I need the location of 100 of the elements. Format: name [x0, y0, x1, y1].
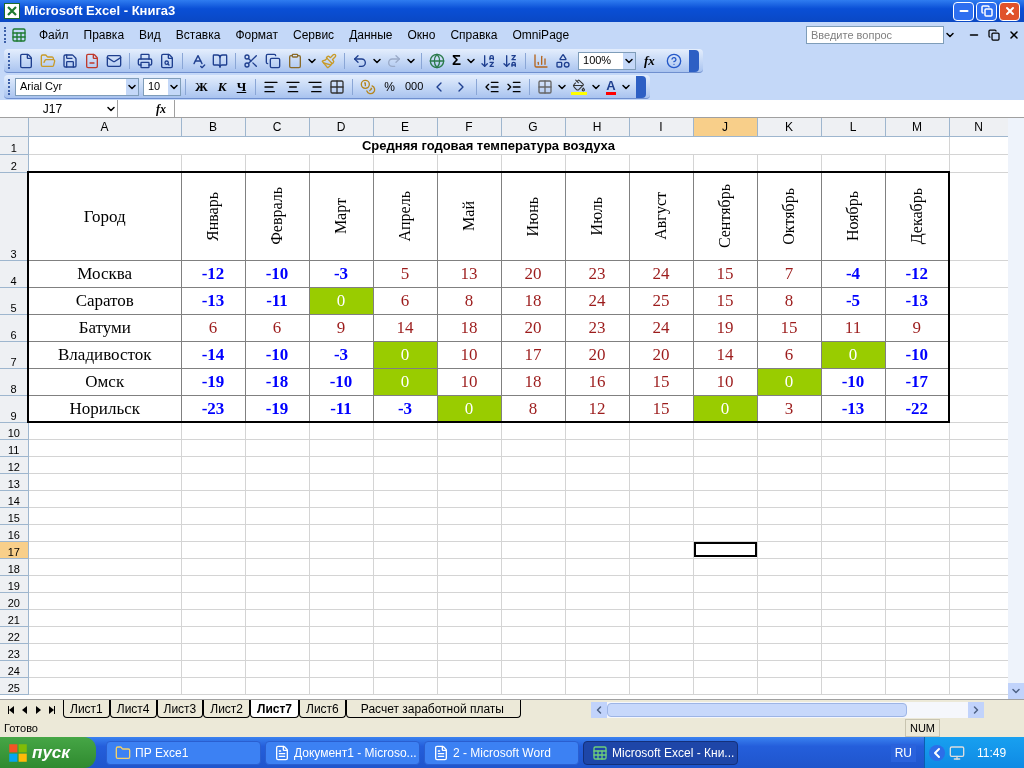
toolbar-options[interactable] — [635, 75, 646, 98]
column-header[interactable]: I — [629, 118, 693, 136]
city-cell: Омск — [85, 372, 125, 391]
coins-icon[interactable] — [360, 78, 377, 95]
sheet-tab[interactable]: Лист1 — [63, 700, 110, 718]
toolbar-options[interactable] — [688, 49, 699, 72]
column-header[interactable]: A — [28, 118, 181, 136]
shapes-icon[interactable] — [555, 52, 571, 69]
month-header: Июнь — [525, 196, 541, 236]
column-header[interactable]: F — [437, 118, 501, 136]
merge-cells-icon[interactable] — [329, 78, 346, 95]
help-search-field[interactable]: Введите вопрос — [806, 26, 944, 44]
month-header: Июль — [589, 197, 605, 236]
row-header[interactable]: 7 — [0, 341, 28, 368]
column-header[interactable]: B — [181, 118, 245, 136]
print-preview-icon[interactable] — [159, 52, 175, 69]
start-button[interactable]: пуск — [0, 737, 96, 768]
sort-ascending-icon[interactable] — [480, 52, 496, 69]
row-header[interactable]: 6 — [0, 314, 28, 341]
temperature-cell: -3 — [309, 341, 373, 368]
column-header[interactable]: K — [757, 118, 821, 136]
menu-item[interactable]: Вставка — [175, 26, 221, 44]
fill-color-icon[interactable] — [571, 78, 588, 95]
scissors-icon[interactable] — [243, 52, 259, 69]
chart-icon[interactable] — [533, 52, 549, 69]
close-icon[interactable] — [1008, 29, 1020, 41]
excel-document-icon[interactable] — [11, 27, 27, 43]
menu-item[interactable]: Файл — [39, 26, 69, 44]
taskbar-button[interactable]: ПР Exce1 — [106, 740, 261, 765]
menu-item[interactable]: Данные — [349, 26, 393, 44]
menu-item[interactable]: Справка — [450, 26, 498, 44]
borders-icon[interactable] — [537, 78, 554, 95]
column-header[interactable]: C — [245, 118, 309, 136]
menu-item[interactable]: Правка — [83, 26, 125, 44]
book-icon[interactable] — [212, 52, 228, 69]
autosum-button[interactable]: Σ — [452, 49, 461, 72]
tab-scroll-icon[interactable] — [8, 705, 16, 714]
thousands-button[interactable]: 000 — [404, 78, 424, 95]
taskbar-button[interactable]: Microsoft Excel - Кни... — [583, 740, 738, 765]
mail-icon[interactable] — [106, 52, 122, 69]
horizontal-scrollbar[interactable] — [590, 701, 984, 718]
row-header[interactable]: 3 — [0, 172, 28, 260]
taskbar-button[interactable]: Документ1 - Microso... — [265, 740, 420, 765]
month-header: Декабрь — [908, 188, 925, 245]
bold-button[interactable]: Ж — [195, 76, 208, 97]
underline-button[interactable]: Ч — [236, 76, 247, 97]
show-hidden-icon[interactable] — [929, 744, 945, 761]
font-color-button[interactable]: A — [606, 78, 616, 95]
maximize-button[interactable] — [976, 1, 997, 21]
sheet-tab[interactable]: Лист4 — [109, 700, 157, 718]
save-icon[interactable] — [62, 52, 78, 69]
sheet-tab[interactable]: Лист7 — [250, 700, 300, 718]
close-button[interactable] — [999, 1, 1020, 21]
active-cell-cursor[interactable] — [693, 542, 757, 557]
italic-button[interactable]: К — [217, 76, 227, 97]
column-header[interactable]: H — [565, 118, 629, 136]
menu-item[interactable]: Вид — [139, 26, 161, 44]
temperature-cell: -22 — [885, 395, 949, 422]
sheet-tab[interactable]: Лист3 — [156, 700, 204, 718]
sort-descending-icon[interactable] — [502, 52, 518, 69]
percent-button[interactable]: % — [384, 77, 395, 96]
insert-function-button[interactable]: fx — [644, 50, 655, 71]
sheet-tab[interactable]: Расчет заработной платы — [345, 700, 521, 718]
clipboard-icon[interactable] — [287, 52, 303, 69]
temperature-cell: -4 — [821, 260, 885, 287]
undo-icon[interactable] — [352, 52, 368, 69]
menu-item[interactable]: Сервис — [293, 26, 335, 44]
tab-scroll-icon[interactable] — [47, 705, 55, 714]
taskbar-button[interactable]: 2 - Microsoft Word — [424, 740, 579, 765]
zoom-field[interactable]: 100% — [578, 51, 636, 70]
column-header[interactable]: J — [693, 118, 757, 136]
row-header[interactable]: 9 — [0, 395, 28, 422]
menu-item[interactable]: Формат — [235, 26, 279, 44]
row-header[interactable]: 4 — [0, 260, 28, 287]
print-icon[interactable] — [137, 52, 153, 69]
minimize-button[interactable] — [953, 1, 974, 21]
vertical-scrollbar[interactable] — [1008, 118, 1024, 699]
globe-icon[interactable] — [429, 52, 445, 69]
row-header[interactable]: 5 — [0, 287, 28, 314]
sheet-tab[interactable]: Лист6 — [299, 700, 346, 718]
network-icon[interactable] — [949, 744, 965, 761]
column-header[interactable]: M — [885, 118, 949, 136]
font-field[interactable]: Arial Cyr — [15, 77, 139, 96]
restore-icon[interactable] — [988, 29, 1000, 41]
column-header[interactable]: E — [373, 118, 437, 136]
spelling-icon[interactable] — [190, 52, 206, 69]
copy-icon[interactable] — [265, 52, 281, 69]
language-indicator[interactable]: RU — [890, 743, 916, 762]
column-header[interactable]: L — [821, 118, 885, 136]
menu-item[interactable]: OmniPage — [512, 26, 570, 44]
column-header[interactable]: N — [949, 118, 1008, 136]
document-minus-icon[interactable] — [84, 52, 100, 69]
help-icon[interactable] — [665, 52, 682, 69]
font-size-field[interactable]: 10 — [143, 77, 181, 96]
row-header[interactable]: 8 — [0, 368, 28, 395]
column-header[interactable]: D — [309, 118, 373, 136]
column-header[interactable]: G — [501, 118, 565, 136]
menu-item[interactable]: Окно — [407, 26, 436, 44]
new-document-icon[interactable] — [18, 52, 34, 69]
sheet-tab[interactable]: Лист2 — [203, 700, 250, 718]
